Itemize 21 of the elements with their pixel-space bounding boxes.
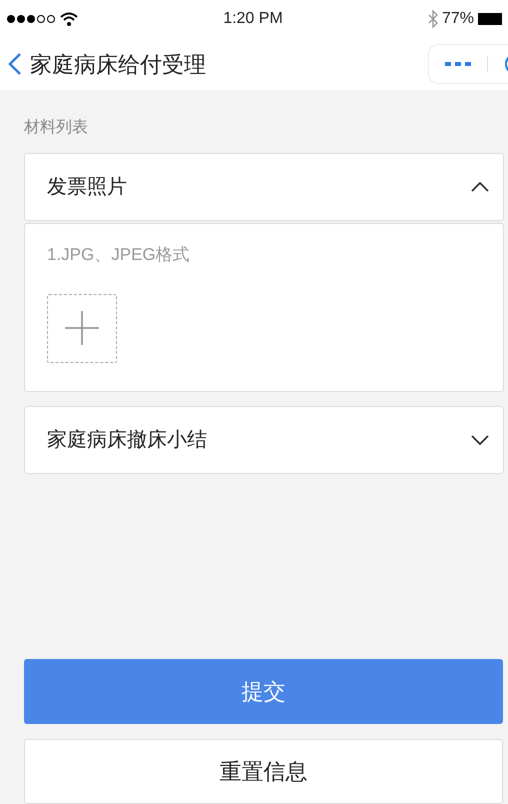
reset-button[interactable]: 重置信息 [24, 739, 503, 804]
collapse-caret-icon [471, 182, 489, 192]
format-hint: 1.JPG、JPEG格式 [47, 244, 191, 266]
signal-icon [6, 14, 56, 24]
back-icon[interactable] [8, 52, 22, 76]
status-time: 1:20 PM [223, 9, 283, 29]
wifi-icon [60, 12, 78, 26]
expand-caret-icon [471, 434, 489, 444]
plus-icon [65, 311, 99, 345]
more-icon[interactable] [445, 61, 471, 67]
bluetooth-icon [428, 10, 438, 28]
add-photo-button[interactable] [47, 294, 117, 362]
battery-icon [478, 13, 502, 25]
material-title: 家庭病床撤床小结 [47, 428, 207, 452]
submit-button[interactable]: 提交 [24, 659, 503, 724]
accordion-header[interactable]: 家庭病床撤床小结 [24, 406, 504, 474]
section-label: 材料列表 [24, 118, 89, 138]
material-title: 发票照片 [47, 175, 127, 200]
page-title: 家庭病床给付受理 [30, 50, 207, 78]
battery-level: 77% [442, 9, 474, 29]
accordion-header[interactable]: 发票照片 [24, 153, 504, 221]
